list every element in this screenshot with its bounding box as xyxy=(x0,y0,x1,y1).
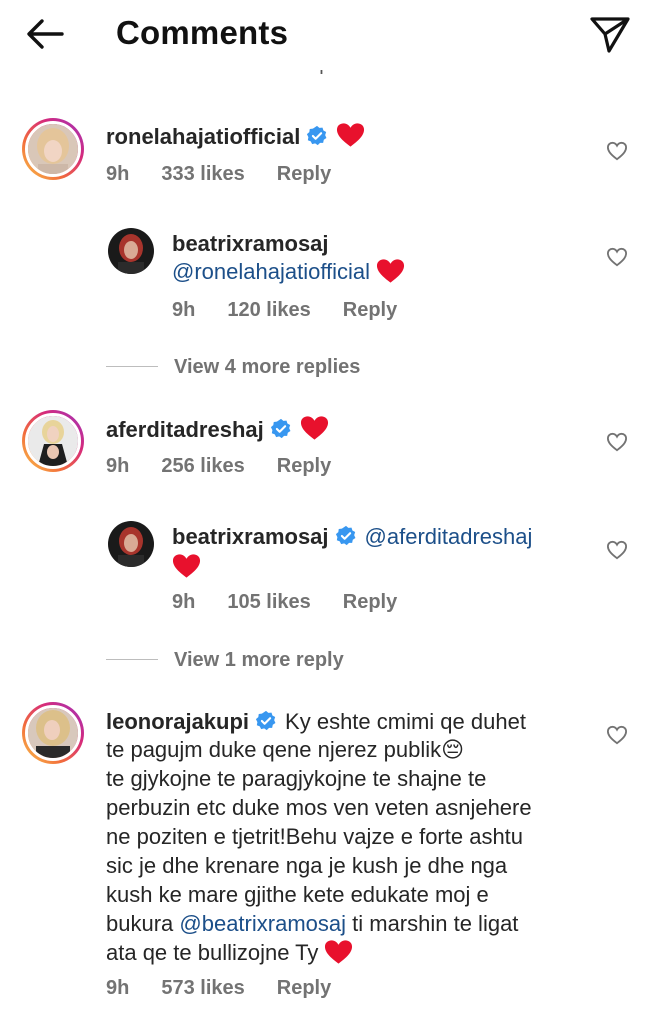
comment-text-line: kush ke mare gjithe kete edukate moj e xyxy=(106,882,489,907)
likes-count[interactable]: 105 likes xyxy=(227,591,310,613)
avatar[interactable] xyxy=(108,521,154,567)
divider-line xyxy=(106,366,158,367)
reply-button[interactable]: Reply xyxy=(343,591,397,613)
comment-text-line: perbuzin etc duke mos ven veten asnjeher… xyxy=(106,795,532,820)
red-heart-emoji-icon xyxy=(325,940,353,964)
avatar-photo xyxy=(28,416,78,466)
heart-like-icon[interactable] xyxy=(606,247,628,267)
heart-like-icon[interactable] xyxy=(606,141,628,161)
comment-username[interactable]: aferditadreshaj xyxy=(106,415,329,443)
paper-plane-icon[interactable] xyxy=(588,14,632,54)
comment-text-line: te gjykojne te paragjykojne te shajne te xyxy=(106,766,487,791)
comment-username[interactable]: leonorajakupi Ky eshte cmimi qe duhet xyxy=(106,709,526,735)
top-bar: Comments xyxy=(0,0,660,70)
comment-text-line: ata qe te bullizojne Ty xyxy=(106,938,353,967)
comment-time: 9h xyxy=(106,455,130,477)
avatar-photo xyxy=(108,228,154,274)
avatar[interactable] xyxy=(22,118,84,180)
likes-count[interactable]: 573 likes xyxy=(161,977,244,999)
comment-time: 9h xyxy=(106,163,130,185)
comment-text: @ronelahajatiofficial xyxy=(172,257,405,286)
mention-link[interactable]: @ronelahajatiofficial xyxy=(172,259,370,284)
view-more-replies-button[interactable]: View 1 more reply xyxy=(106,649,344,672)
likes-count[interactable]: 333 likes xyxy=(161,163,244,185)
avatar-photo xyxy=(28,708,78,758)
comment-time: 9h xyxy=(106,977,130,999)
likes-count[interactable]: 120 likes xyxy=(227,299,310,321)
comment-meta: 9h 573 likes Reply xyxy=(106,977,363,1000)
comment-text-line: sic je dhe krenare nga je kush je dhe ng… xyxy=(106,853,508,878)
reply-button[interactable]: Reply xyxy=(343,299,397,321)
comment-meta: 9h 256 likes Reply xyxy=(106,455,363,478)
red-heart-emoji-icon xyxy=(300,416,328,440)
comment-username[interactable]: beatrixramosaj xyxy=(172,231,329,257)
verified-badge-icon xyxy=(255,710,276,731)
arrow-left-icon[interactable] xyxy=(22,14,68,54)
page-title: Comments xyxy=(116,14,289,51)
verified-badge-icon xyxy=(335,525,355,546)
comment-username[interactable]: beatrixramosaj @aferditadreshaj xyxy=(172,524,532,550)
heart-like-icon[interactable] xyxy=(606,725,628,745)
comment-text-line: ne poziten e tjetrit!Behu vajze e forte … xyxy=(106,824,524,849)
red-heart-emoji-icon xyxy=(172,554,201,578)
avatar[interactable] xyxy=(22,702,84,764)
comment-meta: 9h 120 likes Reply xyxy=(172,299,429,322)
reply-button[interactable]: Reply xyxy=(277,977,331,999)
comment-meta: 9h 105 likes Reply xyxy=(172,591,429,614)
reply-button[interactable]: Reply xyxy=(277,163,331,185)
mention-link[interactable]: @beatrixramosaj xyxy=(179,911,346,936)
verified-badge-icon xyxy=(307,125,327,146)
view-more-replies-button[interactable]: View 4 more replies xyxy=(106,356,360,379)
comment-text-line: te pagujm duke qene njerez publik😔 xyxy=(106,737,465,762)
avatar[interactable] xyxy=(22,410,84,472)
reply-button[interactable]: Reply xyxy=(277,455,331,477)
comment-username[interactable]: ronelahajatiofficial xyxy=(106,122,365,150)
likes-count[interactable]: 256 likes xyxy=(161,455,244,477)
avatar-photo xyxy=(28,124,78,174)
red-heart-emoji-icon xyxy=(377,259,405,283)
heart-like-icon[interactable] xyxy=(606,432,628,452)
comment-text-line: bukura @beatrixramosaj ti marshin te lig… xyxy=(106,911,519,936)
avatar[interactable] xyxy=(108,228,154,274)
divider-line xyxy=(106,659,158,660)
comment-time: 9h xyxy=(172,591,196,613)
avatar-photo xyxy=(108,521,154,567)
red-heart-emoji-icon xyxy=(337,123,365,147)
verified-badge-icon xyxy=(270,418,291,439)
mention-link[interactable]: @aferditadreshaj xyxy=(365,524,533,549)
comment-meta: 9h 333 likes Reply xyxy=(106,163,363,186)
comment-text: Ky eshte cmimi qe duhet xyxy=(285,709,526,734)
comment-time: 9h xyxy=(172,299,196,321)
heart-like-icon[interactable] xyxy=(606,540,628,560)
